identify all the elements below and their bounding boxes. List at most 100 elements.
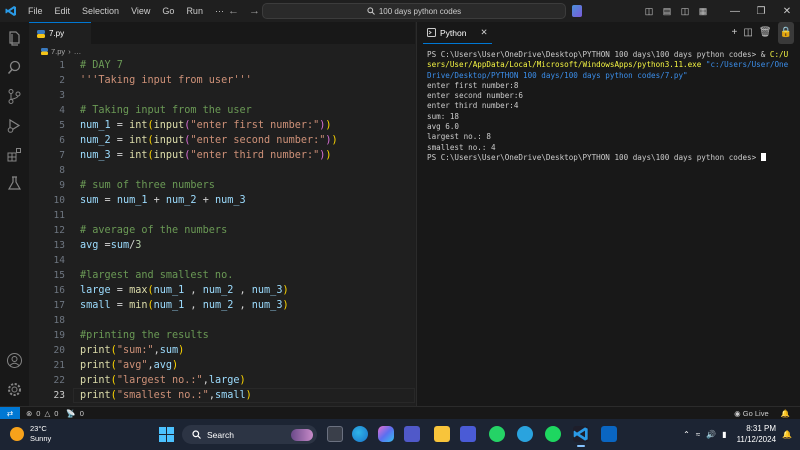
tab-label: 7.py [49, 29, 65, 38]
line-number: 12 [53, 225, 65, 236]
task-view-icon[interactable] [327, 426, 343, 442]
toggle-primary-sidebar-icon[interactable]: ◫ [640, 6, 658, 17]
store-icon[interactable] [460, 426, 476, 442]
search-icon[interactable] [6, 59, 23, 76]
menu-selection[interactable]: Selection [76, 0, 125, 22]
wifi-icon[interactable]: ≈ [696, 430, 700, 439]
menu-run[interactable]: Run [180, 0, 209, 22]
menu-view[interactable]: View [125, 0, 156, 22]
linkedin-icon[interactable] [601, 426, 617, 442]
code-line: 20 print("sum:",sum) [29, 343, 415, 358]
line-number: 7 [59, 150, 65, 161]
toggle-panel-icon[interactable]: ▤ [658, 6, 676, 17]
battery-icon[interactable]: ▮ [722, 430, 726, 439]
customize-layout-icon[interactable]: ▦ [694, 6, 712, 17]
search-highlight-image-icon [291, 428, 313, 441]
file-explorer-icon[interactable] [434, 426, 450, 442]
toggle-secondary-sidebar-icon[interactable]: ◫ [676, 6, 694, 17]
code-line: 14 [29, 253, 415, 268]
ports-count: 0 [79, 408, 84, 418]
source-control-icon[interactable] [6, 88, 23, 105]
status-bar: ⇄ ⊗ 0 △ 0 📡 0 ◉ Go Live 🔔 [0, 406, 800, 420]
restore-icon[interactable]: ❐ [748, 6, 774, 17]
broadcast-icon: ◉ [734, 408, 741, 418]
volume-icon[interactable]: 🔊 [706, 430, 716, 439]
vscode-taskbar-icon[interactable] [573, 426, 589, 447]
close-icon[interactable]: ✕ [774, 6, 800, 17]
code-comment: #printing the results [80, 330, 209, 341]
explorer-icon[interactable] [6, 30, 23, 47]
testing-flask-icon[interactable] [6, 175, 23, 192]
windows-start-icon[interactable] [159, 427, 174, 447]
ports-icon: 📡 [66, 408, 76, 418]
panel-tab-bar: Python ✕ + ◫ 🗑 🔒 [417, 22, 800, 44]
clock[interactable]: 8:31 PM 11/12/2024 [737, 423, 776, 445]
code-var: num_1 [80, 120, 111, 131]
breadcrumb-file[interactable]: 7.py [51, 47, 65, 56]
line-number: 15 [53, 270, 65, 281]
minimize-icon[interactable]: — [722, 6, 748, 17]
code-line: 6 num_2 = int(input("enter second number:… [29, 133, 415, 148]
chevron-up-icon[interactable]: ⌃ [683, 430, 690, 439]
line-number: 16 [53, 285, 65, 296]
kill-terminal-trash-icon[interactable]: 🗑 [759, 22, 772, 44]
terminal-output-line: enter first number:8 [427, 80, 519, 90]
split-terminal-icon[interactable]: ◫ [743, 22, 752, 44]
code-line: 17 small = min(num_1 , num_2 , num_3) [29, 298, 415, 313]
code-string: "enter second number:" [190, 135, 326, 146]
close-icon[interactable]: ✕ [480, 27, 487, 38]
line-number: 11 [53, 210, 65, 221]
back-arrow-icon[interactable]: ← [228, 0, 239, 22]
edge-browser-icon[interactable] [352, 426, 368, 442]
menu-bar: File Edit Selection View Go Run ··· [22, 0, 230, 22]
code-editor[interactable]: 1 # DAY 7 2 '''Taking input from user''' 3… [29, 58, 415, 403]
menu-file[interactable]: File [22, 0, 49, 22]
remote-indicator-icon[interactable]: ⇄ [0, 406, 20, 420]
notifications-bell-icon[interactable]: 🔔 [781, 409, 790, 418]
code-string: "enter third number:" [190, 150, 320, 161]
terminal-output-line: sum: 18 [427, 111, 460, 121]
breadcrumb-more[interactable]: … [74, 47, 82, 56]
new-terminal-plus-icon[interactable]: + [732, 22, 738, 44]
weather-temperature: 23°C [30, 424, 47, 433]
code-line: 21 print("avg",avg) [29, 358, 415, 373]
menu-more[interactable]: ··· [209, 0, 230, 22]
system-tray: ⌃ ≈ 🔊 ▮ 8:31 PM 11/12/2024 🔔 [683, 423, 792, 445]
account-icon[interactable] [6, 352, 23, 369]
terminal-output-line: largest no.: 8 [427, 132, 492, 142]
copilot-icon[interactable] [378, 426, 394, 442]
line-number: 22 [53, 375, 65, 386]
terminal-tab-label: Python [440, 27, 467, 38]
menu-edit[interactable]: Edit [49, 0, 77, 22]
problems-indicator[interactable]: ⊗ 0 △ 0 📡 0 [26, 409, 84, 418]
activity-bar [0, 22, 29, 406]
breadcrumb: 7.py › … [29, 44, 415, 58]
menu-go[interactable]: Go [156, 0, 180, 22]
taskbar-search[interactable]: Search [182, 425, 317, 444]
weather-widget[interactable]: 23°C Sunny [10, 424, 51, 444]
spotify-icon[interactable] [545, 426, 561, 442]
search-text: 100 days python codes [378, 6, 462, 16]
terminal-prompt-line: PS C:\Users\User\OneDrive\Desktop\PYTHON… [427, 152, 790, 163]
code-line: 10 sum = num_1 + num_2 + num_3 [29, 193, 415, 208]
run-debug-icon[interactable] [6, 117, 23, 134]
code-line: 7 num_3 = int(input("enter third number:"… [29, 148, 415, 163]
editor-tab-7py[interactable]: 7.py [29, 22, 91, 44]
terminal-panel: Python ✕ + ◫ 🗑 🔒 PS C:\Users\User\OneDri… [416, 22, 800, 406]
command-center-search[interactable]: 100 days python codes [262, 3, 566, 19]
notification-bell-icon[interactable]: 🔔 [782, 430, 792, 439]
warning-icon: △ [44, 408, 51, 418]
terminal-output[interactable]: PS C:\Users\User\OneDrive\Desktop\PYTHON… [417, 44, 800, 163]
terminal-tab-python[interactable]: Python ✕ [423, 22, 492, 44]
lock-icon[interactable]: 🔒 [777, 22, 794, 44]
extensions-icon[interactable] [6, 146, 23, 163]
line-number: 5 [59, 120, 65, 131]
teams-icon[interactable] [404, 426, 420, 442]
whatsapp-icon[interactable] [489, 426, 505, 442]
telegram-icon[interactable] [517, 426, 533, 442]
code-var: num_3 [80, 150, 111, 161]
go-live-button[interactable]: ◉ Go Live [734, 409, 769, 418]
settings-gear-icon[interactable] [6, 381, 23, 398]
line-number: 14 [53, 255, 65, 266]
forward-arrow-icon[interactable]: → [249, 0, 260, 22]
